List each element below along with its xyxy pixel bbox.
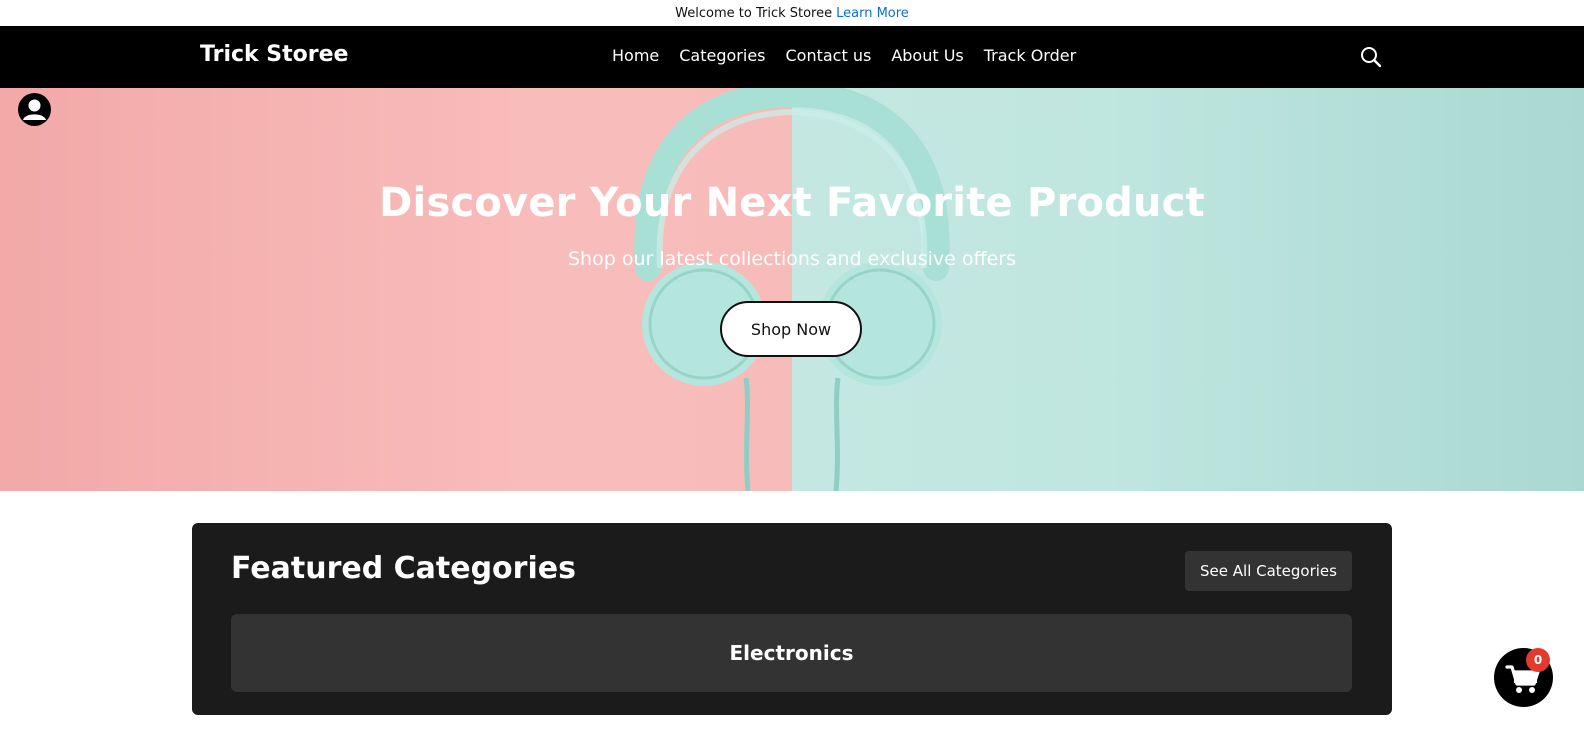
main-navbar: Trick Storee Home Categories Contact us … — [0, 26, 1584, 88]
brand-logo[interactable]: Trick Storee — [200, 42, 348, 67]
featured-categories-section: Featured Categories See All Categories E… — [192, 523, 1392, 715]
nav-about-us[interactable]: About Us — [891, 46, 963, 65]
hero-banner: Discover Your Next Favorite Product Shop… — [0, 88, 1584, 491]
cart-count-badge: 0 — [1526, 648, 1550, 672]
category-card-electronics[interactable]: Electronics — [231, 614, 1352, 692]
hero-subtitle: Shop our latest collections and exclusiv… — [568, 248, 1016, 270]
announcement-text: Welcome to Trick Storee — [675, 5, 833, 21]
hero-title: Discover Your Next Favorite Product — [379, 180, 1205, 226]
nav-home[interactable]: Home — [612, 46, 659, 65]
category-label: Electronics — [729, 641, 854, 665]
headphones-illustration — [634, 88, 950, 491]
announcement-bar: Welcome to Trick Storee Learn More — [0, 0, 1584, 26]
nav-links: Home Categories Contact us About Us Trac… — [612, 46, 1076, 65]
nav-contact-us[interactable]: Contact us — [786, 46, 872, 65]
featured-categories-title: Featured Categories — [231, 551, 576, 586]
user-avatar-icon[interactable] — [18, 93, 51, 126]
search-icon[interactable] — [1360, 46, 1382, 68]
shop-now-button[interactable]: Shop Now — [720, 301, 862, 357]
see-all-categories-button[interactable]: See All Categories — [1185, 551, 1352, 591]
nav-track-order[interactable]: Track Order — [984, 46, 1076, 65]
nav-categories[interactable]: Categories — [679, 46, 765, 65]
learn-more-link[interactable]: Learn More — [836, 6, 909, 21]
